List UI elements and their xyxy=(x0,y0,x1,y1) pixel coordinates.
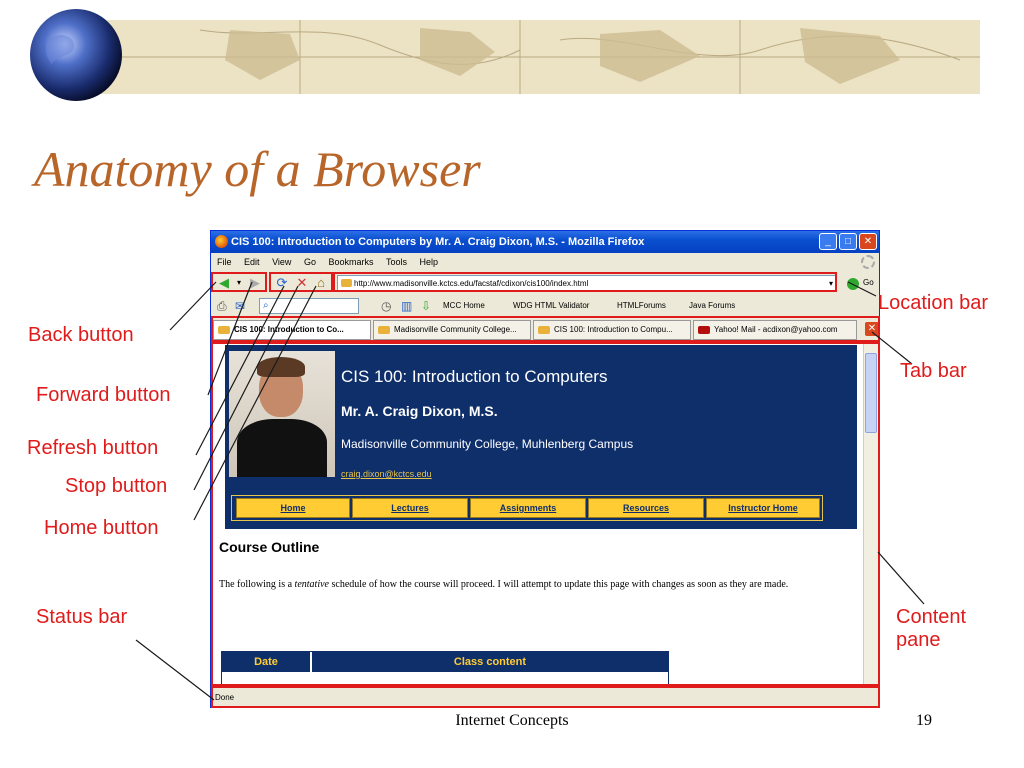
menu-edit[interactable]: Edit xyxy=(244,253,260,271)
back-forward-highlight xyxy=(211,272,267,292)
content-pane-highlight xyxy=(211,342,880,686)
bookmark-mcc-home[interactable]: MCC Home xyxy=(443,295,485,317)
bookmark-label: WDG HTML Validator xyxy=(513,301,590,310)
bookmark-label: Java Forums xyxy=(689,301,736,310)
status-bar-highlight xyxy=(211,686,880,708)
callout-stop-button: Stop button xyxy=(65,475,168,497)
menu-help[interactable]: Help xyxy=(420,253,439,271)
slide-footer: Internet Concepts xyxy=(455,712,569,729)
tab-bar-highlight xyxy=(211,316,880,342)
window-title-bar: CIS 100: Introduction to Computers by Mr… xyxy=(211,231,879,253)
callout-refresh-button: Refresh button xyxy=(27,437,159,459)
search-input[interactable] xyxy=(259,298,359,314)
callout-content-pane: Content pane xyxy=(896,606,967,651)
firefox-icon xyxy=(215,235,228,248)
callout-forward-button: Forward button xyxy=(36,384,171,406)
history-icon[interactable]: ◷ xyxy=(381,295,391,317)
bookmark-htmlforums[interactable]: HTMLForums xyxy=(617,295,666,317)
menu-go[interactable]: Go xyxy=(304,253,316,271)
slide-title: Anatomy of a Browser xyxy=(34,141,481,197)
callout-home-button: Home button xyxy=(44,517,159,539)
bookmark-wdg-validator[interactable]: WDG HTML Validator xyxy=(513,295,589,317)
location-bar-highlight xyxy=(333,272,837,292)
maximize-button[interactable]: □ xyxy=(839,233,857,250)
activity-throbber-icon xyxy=(861,255,875,269)
bookmarks-toolbar: ⎙ ✉ ⌕ ◷ ▥ ⇩ MCC Home WDG HTML Validator … xyxy=(211,295,879,317)
callout-status-bar: Status bar xyxy=(36,606,128,628)
go-label[interactable]: Go xyxy=(863,278,874,287)
callout-back-button: Back button xyxy=(28,324,134,346)
minimize-button[interactable]: _ xyxy=(819,233,837,250)
callout-location-bar: Location bar xyxy=(878,292,989,314)
close-button[interactable]: ✕ xyxy=(859,233,877,250)
print-icon[interactable]: ⎙ xyxy=(217,295,227,317)
menu-bar: File Edit View Go Bookmarks Tools Help xyxy=(211,253,879,271)
search-icon: ⌕ xyxy=(263,300,269,311)
bookmark-label: MCC Home xyxy=(443,301,485,310)
bookmarks-icon[interactable]: ▥ xyxy=(401,295,412,317)
slide-page-number: 19 xyxy=(916,712,932,729)
mail-icon[interactable]: ✉ xyxy=(235,295,245,317)
bookmark-java-forums[interactable]: Java Forums xyxy=(689,295,735,317)
menu-file[interactable]: File xyxy=(217,253,232,271)
go-button[interactable] xyxy=(847,278,859,290)
slide-banner xyxy=(30,9,980,101)
refresh-stop-home-highlight xyxy=(269,272,333,292)
callout-tab-bar: Tab bar xyxy=(900,360,967,382)
menu-tools[interactable]: Tools xyxy=(386,253,407,271)
menu-bookmarks[interactable]: Bookmarks xyxy=(328,253,373,271)
globe-icon xyxy=(30,9,122,101)
bookmark-label: HTMLForums xyxy=(617,301,666,310)
window-title: CIS 100: Introduction to Computers by Mr… xyxy=(231,236,645,248)
menu-view[interactable]: View xyxy=(272,253,291,271)
downloads-icon[interactable]: ⇩ xyxy=(421,295,431,317)
